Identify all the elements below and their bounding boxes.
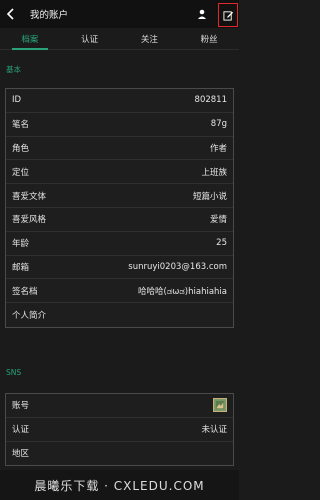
row-value: 未认证 <box>201 425 227 436</box>
tab-fans[interactable]: 粉丝 <box>179 28 239 49</box>
row-key: 个人简介 <box>12 311 47 322</box>
tab-profile[interactable]: 档案 <box>0 28 60 50</box>
app-header: 我的账户 <box>0 0 239 28</box>
back-arrow-icon <box>6 8 14 20</box>
row-key: 喜爱文体 <box>12 191 47 202</box>
basic-section-label: 基本 <box>6 65 21 74</box>
profile-button[interactable] <box>193 5 211 23</box>
back-button[interactable] <box>0 0 22 28</box>
row-age[interactable]: 年龄 25 <box>6 232 233 256</box>
sns-card: 账号 认证 未认证 地区 <box>5 393 234 467</box>
row-value: 短篇小说 <box>192 191 227 202</box>
row-account[interactable]: 账号 <box>6 394 233 418</box>
row-email[interactable]: 邮箱 sunruyi0203@163.com <box>6 256 233 280</box>
row-key: 认证 <box>12 425 30 436</box>
row-value: 上班族 <box>201 167 227 178</box>
row-key: 邮箱 <box>12 262 30 273</box>
row-position[interactable]: 定位 上班族 <box>6 160 233 185</box>
tab-verification[interactable]: 认证 <box>60 28 120 49</box>
row-value: 爱情 <box>209 215 227 226</box>
row-value: 哈哈哈(ಡωಡ)hiahiahia <box>138 286 227 297</box>
basic-info-card: ID 802811 笔名 87g 角色 作者 定位 上班族 喜爱文体 短篇小说 喜爱风格 爱… <box>5 88 234 328</box>
row-key: 喜爱风格 <box>12 215 47 226</box>
row-key: ID <box>12 95 22 106</box>
watermark-banner: 晨曦乐下载 · CXLEDU.COM <box>0 470 239 500</box>
sns-section-label: SNS <box>6 368 22 377</box>
page-title: 我的账户 <box>30 10 69 21</box>
row-key: 角色 <box>12 143 30 154</box>
row-value: 25 <box>216 238 227 249</box>
tab-following[interactable]: 关注 <box>120 28 180 49</box>
row-id: ID 802811 <box>6 89 233 113</box>
tab-bar: 档案 认证 关注 粉丝 <box>0 28 239 50</box>
row-favorite-genre[interactable]: 喜爱文体 短篇小说 <box>6 184 233 208</box>
row-value: 87g <box>210 119 227 130</box>
row-pen-name[interactable]: 笔名 87g <box>6 113 233 137</box>
row-signature[interactable]: 签名档 哈哈哈(ಡωಡ)hiahiahia <box>6 279 233 304</box>
row-key: 定位 <box>12 167 30 178</box>
edit-icon <box>222 10 233 21</box>
row-key: 年龄 <box>12 239 30 250</box>
edit-button[interactable] <box>218 3 238 27</box>
row-key: 地区 <box>12 449 30 460</box>
row-region[interactable]: 地区 <box>6 442 233 466</box>
avatar-icon <box>213 398 227 413</box>
row-role[interactable]: 角色 作者 <box>6 137 233 161</box>
row-favorite-style[interactable]: 喜爱风格 爱情 <box>6 208 233 232</box>
row-value: 802811 <box>194 95 227 106</box>
row-verification[interactable]: 认证 未认证 <box>6 418 233 442</box>
row-value: sunruyi0203@163.com <box>128 261 227 272</box>
row-value: 作者 <box>209 143 227 154</box>
row-bio[interactable]: 个人简介 <box>6 303 233 327</box>
row-key: 签名档 <box>12 286 38 297</box>
row-key: 笔名 <box>12 120 30 131</box>
person-icon <box>198 9 206 19</box>
row-key: 账号 <box>12 401 30 412</box>
